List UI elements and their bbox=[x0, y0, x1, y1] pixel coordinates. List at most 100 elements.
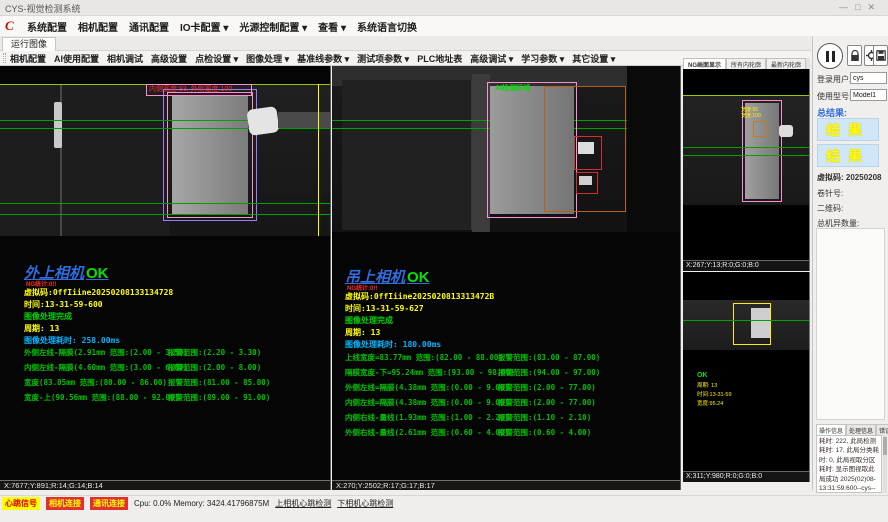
tool-plc-address[interactable]: PLC地址表 bbox=[417, 52, 462, 65]
menu-item-language[interactable]: 系统语言切换 bbox=[357, 19, 417, 34]
pixel-coords-readout: X:311;Y:980;R:0;G:0;B:0 bbox=[683, 471, 809, 482]
alarm-range: 报警范围:(94.00 - 97.00) bbox=[498, 367, 600, 378]
left-camera-image: 内侧宽度:93, 外侧宽度:100 bbox=[0, 84, 330, 236]
result-box-2: 结果 bbox=[817, 144, 879, 167]
measurement-row: 内侧右线-量线(1.93mm 范围:(1.00 - 2.20)报警范围:(1.1… bbox=[345, 412, 509, 423]
window-controls[interactable]: —□✕ bbox=[839, 2, 882, 13]
alarm-range: 报警范围:(83.00 - 87.00) bbox=[498, 352, 600, 363]
menu-item-io-config[interactable]: IO卡配置 ▾ bbox=[180, 19, 228, 34]
status-bar: 心跳信号 相机连接 通讯连接 Cpu: 0.0% Memory: 3424.41… bbox=[0, 495, 888, 511]
pixel-coords-readout: X:270;Y:2502;R:17;G:17;B:17 bbox=[332, 480, 680, 490]
bright-spot bbox=[578, 142, 594, 154]
tool-baseline-params[interactable]: 基准线参数 ▾ bbox=[297, 52, 349, 65]
tool-camera-debug[interactable]: 相机调试 bbox=[107, 52, 143, 65]
tab-run-image[interactable]: 运行图像 bbox=[2, 37, 56, 51]
gripper-arm bbox=[278, 112, 330, 128]
machine-body bbox=[342, 80, 472, 230]
tool-spotcheck-settings[interactable]: 点检设置 ▾ bbox=[195, 52, 238, 65]
tool-camera-config[interactable]: 相机配置 bbox=[10, 52, 46, 65]
orange-roi-outline bbox=[753, 121, 767, 137]
heartbeat-badge: 心跳信号 bbox=[2, 497, 40, 510]
menu-item-system-config[interactable]: 系统配置 bbox=[27, 19, 67, 34]
elapsed-line: 图像处理耗时: 258.00ms bbox=[24, 335, 120, 346]
measurement-row: 宽度-上(90.56mm 范围:(88.00 - 92.00)报警范围:(89.… bbox=[24, 392, 179, 403]
thumbnail-view-top[interactable]: 宽度:93 宽度:100 X:267;Y:13;R:0;G:0;B:0 bbox=[683, 69, 810, 271]
qr-code-label: 二维码: bbox=[817, 203, 843, 214]
green-line bbox=[0, 203, 330, 204]
app-logo-icon: C bbox=[5, 19, 20, 33]
measurement-row: 内侧左线-隔膜(4.60mm 范围:(3.00 - 6.00)报警范围:(2.0… bbox=[24, 362, 188, 373]
alarm-range: 报警范围:(2.20 - 3.30) bbox=[168, 347, 261, 358]
scrollbar-thumb[interactable] bbox=[883, 437, 887, 455]
tool-learning-params[interactable]: 学习参数 ▾ bbox=[521, 52, 564, 65]
measurement-text: 内侧左线=隔膜(4.38mm 范围:(0.00 - 9.00) bbox=[345, 398, 509, 407]
measurement-row: 内侧左线=隔膜(4.38mm 范围:(0.00 - 9.00)报警范围:(2.0… bbox=[345, 397, 509, 408]
tab-latest-contours[interactable]: 最新内轮廓 bbox=[766, 58, 806, 69]
measurement-row: 外侧左线=隔膜(4.38mm 范围:(0.00 - 9.00)报警范围:(2.0… bbox=[345, 382, 509, 393]
tool-advanced-settings[interactable]: 高级设置 bbox=[151, 52, 187, 65]
menu-items: 系统配置 相机配置 通讯配置 IO卡配置 ▾ 光源控制配置 ▾ 查看 ▾ 系统语… bbox=[27, 19, 417, 34]
model-input[interactable] bbox=[850, 89, 887, 101]
measurement-text: 隔膜宽度-下=95.24mm 范围:(93.00 - 98.00) bbox=[345, 368, 515, 377]
result-status-ok: OK bbox=[407, 269, 430, 286]
overlay-line: 周期: 13 bbox=[697, 382, 732, 391]
result-box-1: 结果 bbox=[817, 118, 879, 141]
menu-item-camera-config[interactable]: 相机配置 bbox=[78, 19, 118, 34]
dark-region bbox=[627, 66, 680, 232]
login-user-label: 登录用户: bbox=[817, 74, 851, 85]
menu-item-comm-config[interactable]: 通讯配置 bbox=[129, 19, 169, 34]
machine-part bbox=[54, 102, 62, 148]
lower-camera-heartbeat-link[interactable]: 下相机心跳检测 bbox=[337, 498, 393, 509]
measurement-row: 宽度(83.05mm 范围:(80.00 - 86.00)报警范围:(81.00… bbox=[24, 377, 167, 388]
tab-all-contours[interactable]: 所有内轮廓 bbox=[726, 58, 766, 69]
measurement-row: 外侧左线-隔膜(2.91mm 范围:(2.00 - 3.50)报警范围:(2.2… bbox=[24, 347, 188, 358]
tool-advanced-debug[interactable]: 高级调试 ▾ bbox=[470, 52, 513, 65]
log-scrollbar[interactable] bbox=[883, 435, 887, 493]
minimize-icon[interactable]: — bbox=[839, 2, 855, 12]
left-camera-panel[interactable]: 内侧宽度:93, 外侧宽度:100 外上相机OK NG统计:0!! 虚拟码:0f… bbox=[0, 66, 331, 490]
middle-camera-panel[interactable]: AI检测区域 吊上相机OK NG统计:0!! 虚拟码:0ffIiine20250… bbox=[332, 66, 681, 490]
cycle-line: 周期: 13 bbox=[345, 327, 380, 338]
toolbar-items: 相机配置 AI使用配置 相机调试 高级设置 点检设置 ▾ 图像处理 ▾ 基准线参… bbox=[10, 52, 615, 65]
menu-item-light-config[interactable]: 光源控制配置 ▾ bbox=[239, 19, 307, 34]
tool-test-params[interactable]: 测试项参数 ▾ bbox=[357, 52, 409, 65]
gripper-part bbox=[246, 106, 279, 136]
save-button[interactable] bbox=[873, 45, 888, 66]
thumb-overlay-text: 宽度:93 宽度:100 bbox=[741, 107, 761, 119]
bright-spot bbox=[579, 176, 592, 185]
needle-number-label: 卷针号: bbox=[817, 188, 843, 199]
yellow-reference-line bbox=[318, 84, 319, 236]
measurement-text: 内侧右线-量线(1.93mm 范围:(1.00 - 2.20) bbox=[345, 413, 509, 422]
measurement-row: 隔膜宽度-下=95.24mm 范围:(93.00 - 98.00)报警范围:(9… bbox=[345, 367, 515, 378]
measurement-text: 内侧左线-隔膜(4.60mm 范围:(3.00 - 6.00) bbox=[24, 363, 188, 372]
barcode-line: 虚拟码:0ffIiine2025020813313472B bbox=[345, 291, 494, 302]
upper-camera-heartbeat-link[interactable]: 上相机心跳检测 bbox=[275, 498, 331, 509]
measurement-row: 外侧右线-量线(2.61mm 范围:(0.60 - 4.00)报警范围:(0.6… bbox=[345, 427, 509, 438]
maximize-icon[interactable]: □ bbox=[855, 2, 867, 12]
ai-region-label: AI检测区域 bbox=[495, 83, 530, 93]
green-line bbox=[683, 147, 809, 148]
menu-item-view[interactable]: 查看 ▾ bbox=[318, 19, 346, 34]
pixel-coords-readout: X:7677;Y:891;R:14;G:14;B:14 bbox=[0, 480, 330, 490]
result-listbox[interactable] bbox=[816, 228, 885, 420]
tool-other-settings[interactable]: 其它设置 ▾ bbox=[572, 52, 615, 65]
measurement-text: 宽度(83.05mm 范围:(80.00 - 86.00) bbox=[24, 378, 167, 387]
result-status-ok: OK bbox=[86, 265, 109, 282]
thumbnail-view-bottom[interactable]: OK 周期: 13 时间:13-31-59 宽度:95.24 X:311;Y:9… bbox=[683, 272, 810, 482]
pause-icon bbox=[826, 51, 829, 62]
alarm-range: 报警范围:(89.00 - 91.00) bbox=[168, 392, 270, 403]
cycle-line: 周期: 13 bbox=[24, 323, 59, 334]
green-line bbox=[683, 320, 809, 321]
control-panel: 登录用户: 使用型号: 总结果: 结果 结果 虚拟码: 20250208 卷针号… bbox=[812, 36, 888, 490]
pause-button[interactable] bbox=[817, 43, 843, 69]
lock-button[interactable] bbox=[847, 45, 862, 66]
tool-image-processing[interactable]: 图像处理 ▾ bbox=[246, 52, 289, 65]
green-line bbox=[0, 214, 330, 215]
tab-ng-display[interactable]: NG画面显示 bbox=[683, 58, 726, 69]
close-icon[interactable]: ✕ bbox=[867, 2, 882, 12]
alarm-range: 报警范围:(0.60 - 4.00) bbox=[498, 427, 591, 438]
tool-ai-config[interactable]: AI使用配置 bbox=[54, 52, 99, 65]
menu-bar: C 系统配置 相机配置 通讯配置 IO卡配置 ▾ 光源控制配置 ▾ 查看 ▾ 系… bbox=[0, 16, 888, 36]
alarm-range: 报警范围:(81.00 - 85.00) bbox=[168, 377, 270, 388]
login-user-input[interactable] bbox=[850, 72, 887, 84]
